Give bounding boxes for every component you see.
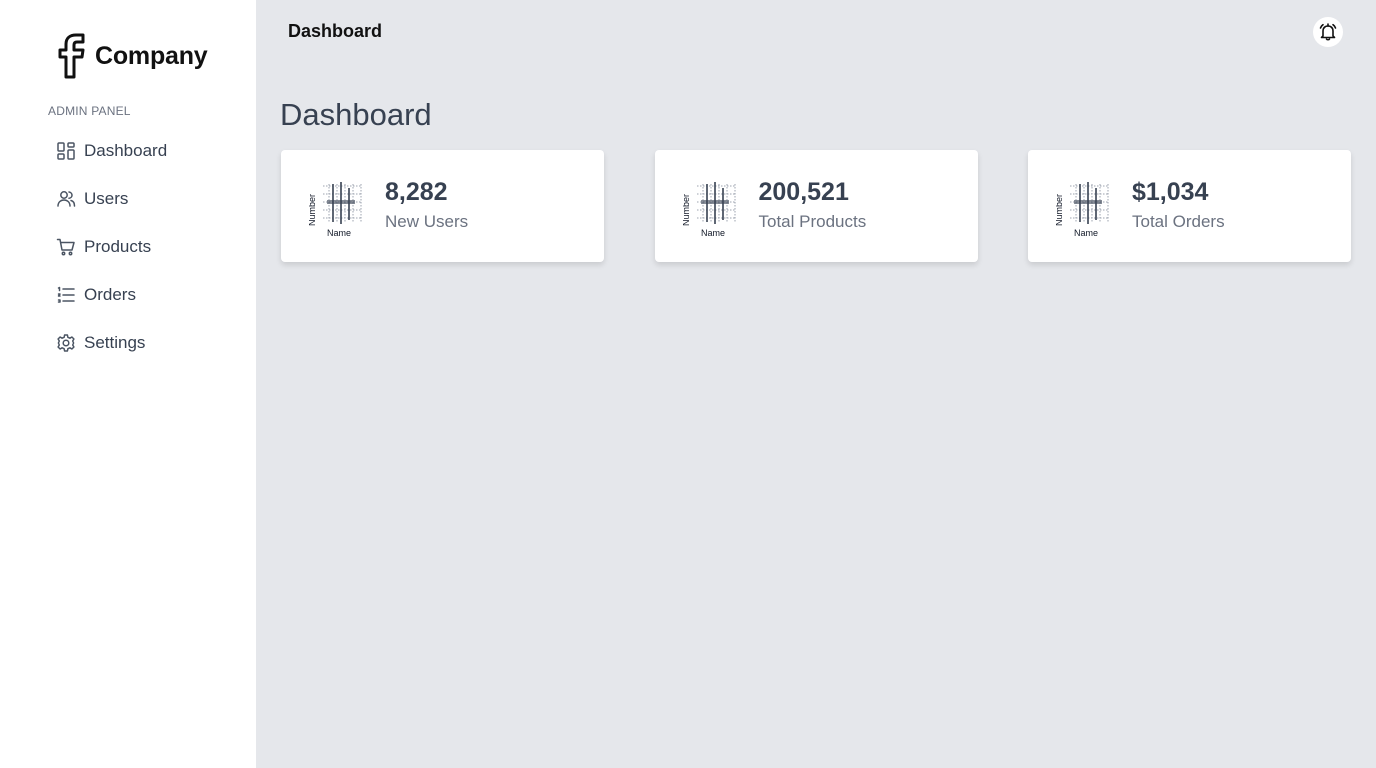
sidebar-item-label: Users <box>84 189 129 208</box>
header-title: Dashboard <box>288 21 383 41</box>
mini-chart-ylabel: Number <box>1056 194 1064 226</box>
mini-chart: Number Name <box>683 182 735 238</box>
mini-chart-xlabel: Name <box>327 228 351 238</box>
stat-card-total-products[interactable]: Number Name 200,521 Total Products <box>654 150 978 262</box>
sidebar: Company ADMIN PANEL Dashboard Users Prod… <box>0 0 256 768</box>
sidebar-item-users[interactable]: Users <box>56 184 167 214</box>
mini-chart: Number Name <box>309 182 362 238</box>
stat-value: 200,521 <box>758 178 849 206</box>
page-title: Dashboard <box>280 97 432 132</box>
sidebar-item-dashboard[interactable]: Dashboard <box>56 136 167 166</box>
brand-name: Company <box>95 41 208 70</box>
grid-icon <box>56 141 76 161</box>
list-icon <box>56 285 76 305</box>
facebook-f-icon <box>58 33 85 79</box>
stats-cards: Number Name 8,282 New Users Number Name … <box>281 150 1351 262</box>
sidebar-item-label: Orders <box>84 285 136 304</box>
stat-value: $1,034 <box>1132 178 1209 206</box>
sidebar-item-label: Dashboard <box>84 141 168 160</box>
mini-chart: Number Name <box>1056 182 1109 238</box>
stat-value: 8,282 <box>385 178 448 206</box>
stat-card-total-orders[interactable]: Number Name $1,034 Total Orders <box>1028 150 1351 262</box>
mini-chart-ylabel: Number <box>683 194 691 226</box>
mini-chart-xlabel: Name <box>700 228 724 238</box>
sidebar-item-settings[interactable]: Settings <box>56 328 167 358</box>
stat-label: Total Products <box>758 212 867 231</box>
sidebar-item-label: Products <box>84 237 152 256</box>
mini-chart-xlabel: Name <box>1074 228 1098 238</box>
sidebar-item-products[interactable]: Products <box>56 232 167 262</box>
sidebar-nav: Dashboard Users Products Orders Settings <box>56 136 167 376</box>
users-icon <box>56 189 76 209</box>
mini-chart-ylabel: Number <box>309 194 317 226</box>
bell-icon <box>1319 23 1337 41</box>
cart-icon <box>56 237 76 257</box>
gear-icon <box>56 333 76 353</box>
admin-panel-label: ADMIN PANEL <box>48 104 131 118</box>
notifications-button[interactable] <box>1313 17 1343 47</box>
sidebar-item-label: Settings <box>84 333 146 352</box>
stat-card-new-users[interactable]: Number Name 8,282 New Users <box>281 150 604 262</box>
stat-label: New Users <box>385 212 469 231</box>
sidebar-item-orders[interactable]: Orders <box>56 280 167 310</box>
brand[interactable]: Company <box>56 33 208 79</box>
stat-label: Total Orders <box>1132 212 1225 231</box>
